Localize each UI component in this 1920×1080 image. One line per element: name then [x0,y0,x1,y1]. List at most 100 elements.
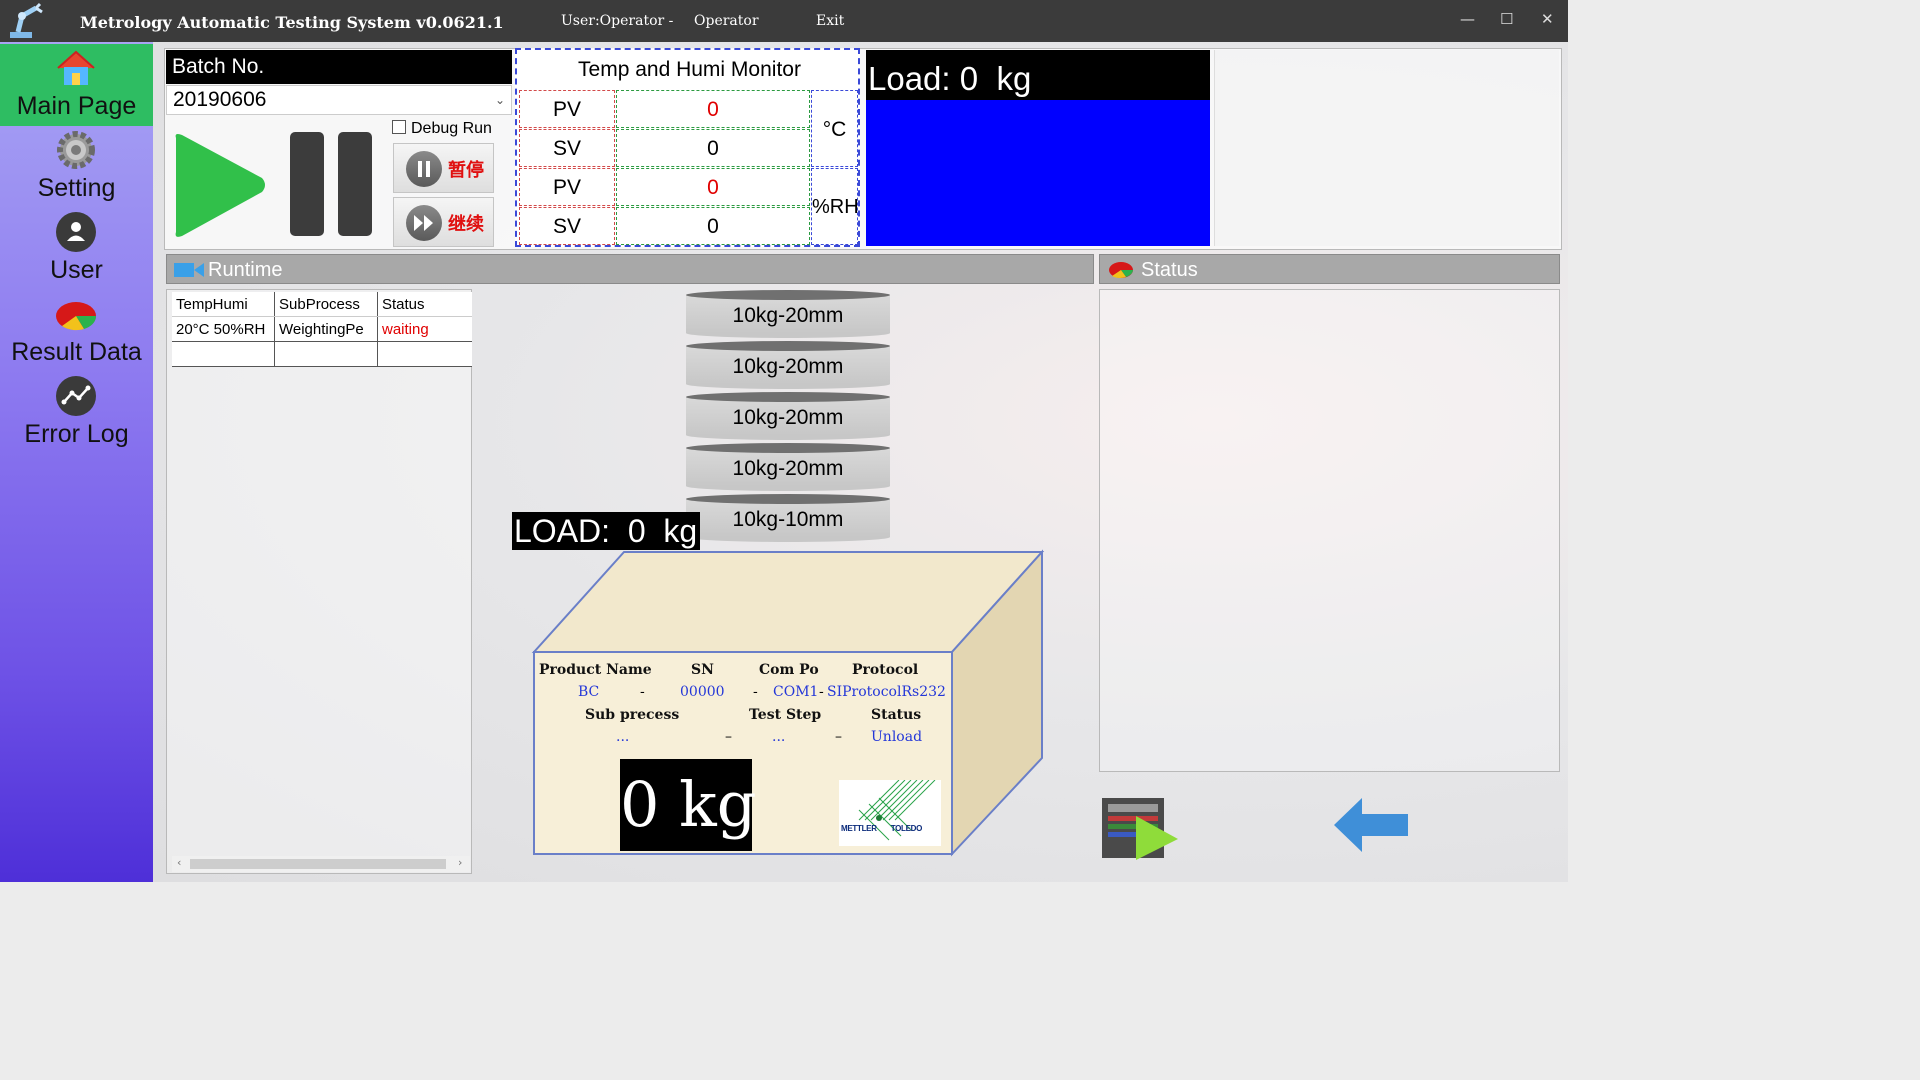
run-report-icon[interactable] [1100,794,1180,862]
monitor-title: Temp and Humi Monitor [578,58,801,81]
temp-pv-value: 0 [616,90,810,128]
table-row[interactable]: 20°C 50%RH WeightingPe waiting [172,316,472,342]
batch-number-value: 20190606 [173,88,267,111]
column-header[interactable]: TempHumi [172,292,275,317]
pie-chart-icon [56,302,97,331]
humi-pv-label: PV [519,168,615,206]
robot-arm-icon [10,2,43,38]
horizontal-scrollbar[interactable]: ‹ › [172,856,470,872]
pause-button[interactable]: 暂停 [393,143,494,193]
debug-run-checkbox[interactable]: Debug Run [392,120,492,138]
sidebar-item-result-data[interactable]: Result Data [0,290,153,372]
weight-label: 10kg-20mm [732,355,844,378]
back-arrow-icon[interactable] [1332,796,1410,854]
product-name-value: BC [578,684,600,700]
home-icon [57,50,95,85]
status-header-label: Status [871,707,922,723]
separator: – [835,729,842,745]
user-name: Operator [694,13,759,29]
sidebar-item-setting[interactable]: Setting [0,126,153,208]
sidebar-item-user[interactable]: User [0,208,153,290]
weight-item: 10kg-20mm [686,290,890,338]
runtime-panel [166,289,472,874]
humi-sv-label: SV [519,207,615,245]
separator: - [819,684,824,700]
sidebar-item-main-page[interactable]: Main Page [0,44,153,126]
table-row[interactable] [172,341,472,367]
weight-label: 10kg-20mm [732,406,844,429]
stop-button[interactable] [288,130,378,238]
title-bar: Metrology Automatic Testing System v0.06… [0,0,1568,42]
status-panel [1099,289,1560,772]
runtime-title: Runtime [208,259,283,281]
logo-graphic [858,779,936,841]
com-port-header: Com Port [759,662,819,678]
weight-item: 10kg-20mm [686,392,890,440]
temp-sv-label: SV [519,129,615,167]
gear-icon [57,131,95,169]
app-title: Metrology Automatic Testing System v0.06… [80,13,504,32]
sn-value: 00000 [680,684,725,700]
logo-text: METTLER TOLEDO [841,824,923,833]
sub-process-value: ... [616,729,630,745]
status-title: Status [1141,259,1198,281]
video-camera-icon [174,263,204,277]
temp-humi-monitor: Temp and Humi Monitor PV 0 SV 0 °C PV 0 … [515,48,860,247]
product-name-header: Product Name [539,662,652,678]
start-button[interactable] [170,130,270,240]
weight-item: 10kg-10mm [686,494,890,542]
separator: – [725,729,732,745]
status-value: Unload [871,729,923,745]
fast-forward-icon [406,205,442,241]
column-header[interactable]: Status [377,292,472,317]
humi-sv-value: 0 [616,207,810,245]
table-cell: WeightingPe [274,316,378,342]
humi-pv-value: 0 [616,168,810,206]
continue-button[interactable]: 继续 [393,197,494,247]
weight-item: 10kg-20mm [686,341,890,389]
exit-button[interactable]: Exit [816,13,844,29]
protocol-header: Protocol [852,662,919,678]
pause-icon [406,151,442,187]
test-step-value: ... [772,729,786,745]
chevron-left-icon[interactable]: ‹ [177,856,181,869]
column-header[interactable]: SubProcess [274,292,378,317]
chevron-down-icon[interactable]: ⌄ [495,86,505,114]
temp-unit: °C [811,90,858,167]
runtime-header: Runtime [166,254,1094,284]
chevron-right-icon[interactable]: › [458,856,462,869]
weight-display: 0 kg [620,759,756,851]
sub-process-header: Sub precess [585,707,680,723]
user-icon [56,212,96,252]
humi-unit: %RH [811,168,859,245]
mettler-toledo-logo: METTLER TOLEDO [839,779,941,846]
maximize-button[interactable]: ☐ [1500,10,1513,28]
weight-item: 10kg-20mm [686,443,890,491]
table-header-row: TempHumi SubProcess Status [172,292,472,317]
test-step-header: Test Step [749,707,822,723]
scrollbar-thumb[interactable] [190,859,446,869]
table-cell: waiting [377,316,472,342]
pie-chart-icon [1109,262,1133,279]
table-cell [377,341,472,367]
weight-label: 10kg-10mm [732,508,844,531]
table-cell [274,341,378,367]
minimize-button[interactable]: — [1460,10,1475,28]
batch-number-select[interactable]: 20190606 ⌄ [166,85,512,115]
sn-header: SN [691,662,714,678]
user-label: User:Operator - [561,13,674,29]
sidebar-item-label: Error Log [24,420,129,448]
com-port-value: COM1 [773,684,819,700]
line-chart-icon [56,376,96,416]
load-panel-display [866,100,1210,246]
sidebar-item-label: Main Page [16,92,137,120]
sidebar: Main Page Setting User Result Data Error… [0,42,153,882]
sidebar-item-error-log[interactable]: Error Log [0,372,153,454]
load-readout: LOAD: 0 kg [512,512,700,550]
batch-header: Batch No. [166,50,512,84]
top-right-scroll-area[interactable] [1214,50,1559,246]
close-button[interactable]: ✕ [1541,10,1554,28]
temp-pv-label: PV [519,90,615,128]
checkbox-icon[interactable] [392,120,406,134]
continue-label: 继续 [448,214,484,235]
